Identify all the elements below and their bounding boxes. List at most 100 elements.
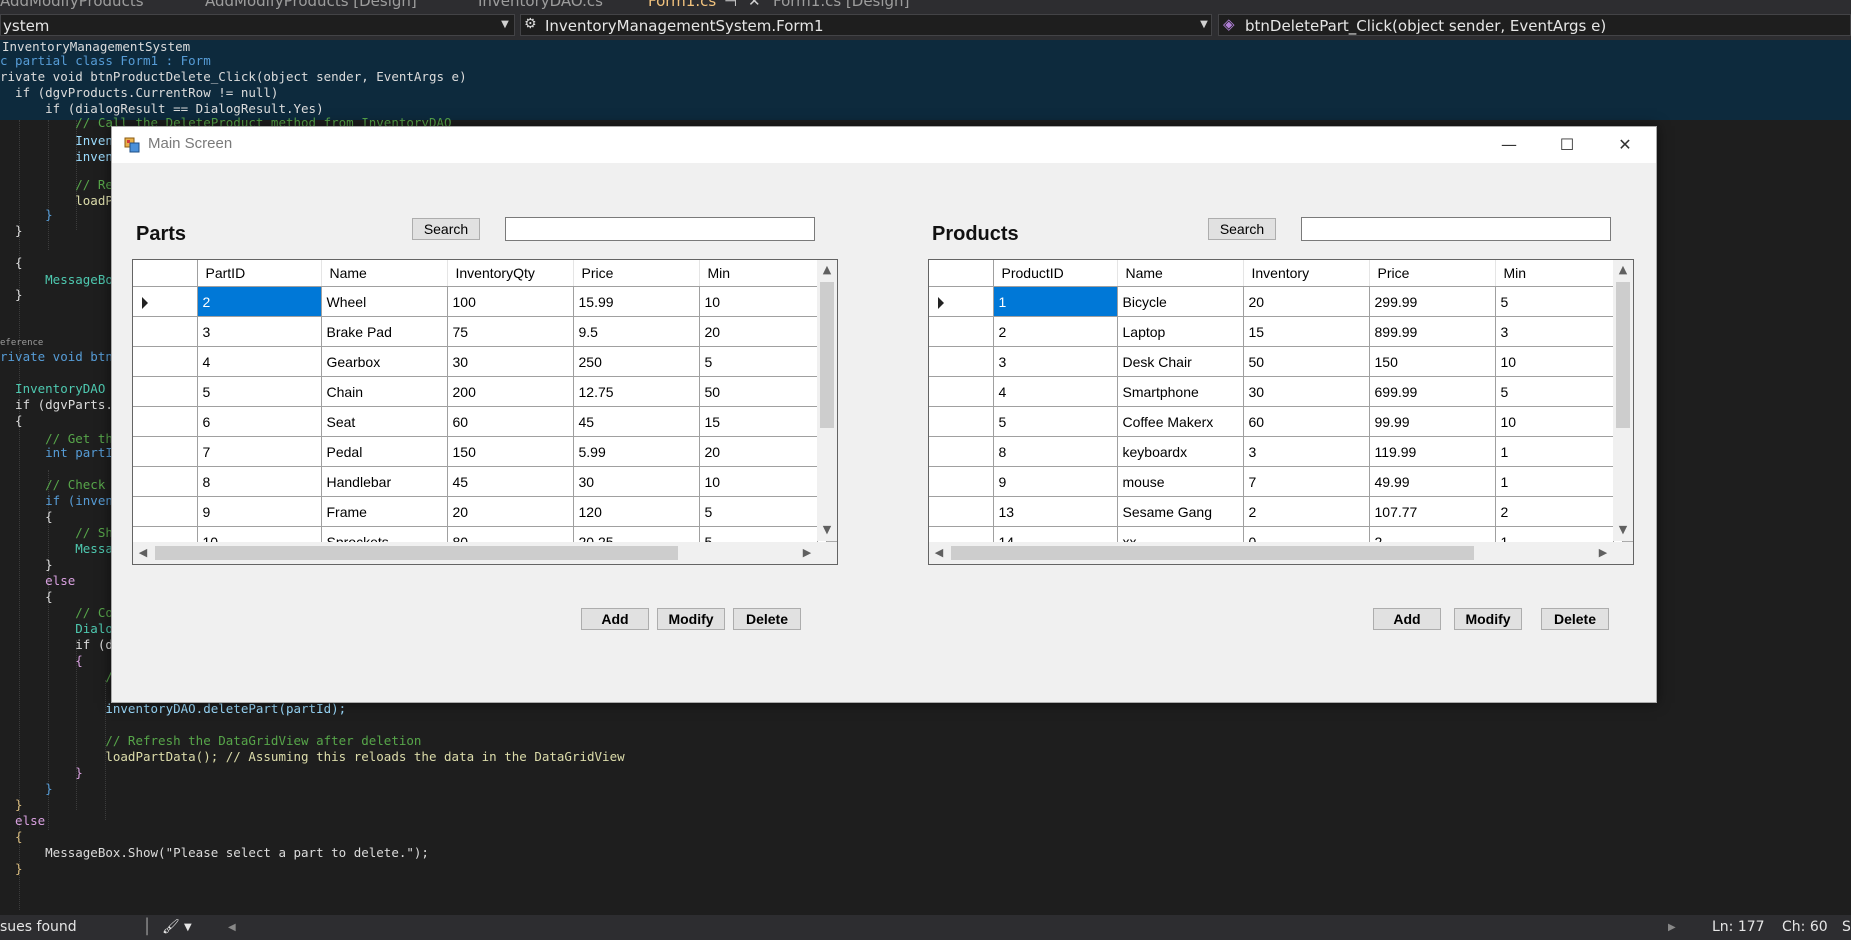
table-cell[interactable]: Gearbox <box>321 346 448 377</box>
table-cell[interactable]: 5 <box>1495 376 1614 407</box>
row-header[interactable] <box>929 346 994 377</box>
table-cell[interactable]: 4 <box>197 346 322 377</box>
parts-search-button[interactable]: Search <box>412 218 480 240</box>
status-extra[interactable]: S <box>1842 919 1851 935</box>
close-tab-icon[interactable]: ✕ <box>748 0 761 10</box>
products-grid[interactable]: ProductID Name Inventory Price Min 1 Bicycle 2… <box>928 259 1634 565</box>
table-row[interactable]: 8 keyboardx 3 119.99 1 <box>929 436 1623 467</box>
table-cell[interactable]: 12.75 <box>573 376 700 407</box>
table-cell[interactable]: 5.99 <box>573 436 700 467</box>
column-header[interactable]: Min <box>1495 260 1614 287</box>
row-header[interactable] <box>929 286 994 317</box>
close-icon[interactable]: ✕ <box>1596 127 1654 163</box>
row-header[interactable] <box>133 376 198 407</box>
window-title-bar[interactable]: Main Screen — ☐ ✕ <box>112 127 1656 163</box>
row-header[interactable] <box>929 466 994 497</box>
table-cell[interactable]: 250 <box>573 346 700 377</box>
scroll-right-icon[interactable]: ▶ <box>1668 922 1676 933</box>
table-cell[interactable]: 150 <box>1369 346 1496 377</box>
table-cell[interactable]: 7 <box>1243 466 1370 497</box>
doc-tab[interactable]: Form1.cs [Design] <box>773 0 909 10</box>
table-cell[interactable]: 2 <box>1243 496 1370 527</box>
table-cell[interactable]: 20 <box>1243 286 1370 317</box>
code-cleanup-icon[interactable]: 🖌 <box>162 919 180 935</box>
table-cell[interactable]: 49.99 <box>1369 466 1496 497</box>
class-dropdown[interactable]: InventoryManagementSystem.Form1 <box>520 14 1212 36</box>
row-header[interactable] <box>133 316 198 347</box>
table-cell[interactable]: 9 <box>197 496 322 527</box>
row-header[interactable] <box>929 376 994 407</box>
doc-tab[interactable]: AddModifyProducts [Design] <box>205 0 417 10</box>
scroll-up-icon[interactable]: ▲ <box>1613 260 1633 280</box>
table-cell[interactable]: 13 <box>993 496 1118 527</box>
table-cell[interactable]: 9 <box>993 466 1118 497</box>
table-cell[interactable]: 107.77 <box>1369 496 1496 527</box>
table-cell[interactable]: 10 <box>699 286 818 317</box>
table-cell[interactable]: Brake Pad <box>321 316 448 347</box>
member-dropdown[interactable]: btnDeletePart_Click(object sender, Event… <box>1218 14 1851 36</box>
table-cell[interactable]: Laptop <box>1117 316 1244 347</box>
row-header-corner[interactable] <box>133 260 198 287</box>
column-number[interactable]: Ch: 60 <box>1782 919 1828 935</box>
table-cell[interactable]: 2 <box>1495 496 1614 527</box>
scroll-down-icon[interactable]: ▼ <box>1613 520 1633 540</box>
table-cell[interactable]: 10 <box>1495 406 1614 437</box>
parts-search-input[interactable] <box>505 217 815 241</box>
doc-tab[interactable]: AddModifyProducts <box>0 0 144 10</box>
column-header[interactable]: Inventory <box>1243 260 1370 287</box>
table-cell[interactable]: 30 <box>573 466 700 497</box>
minimize-icon[interactable]: — <box>1480 127 1538 163</box>
table-cell[interactable]: 2 <box>993 316 1118 347</box>
maximize-icon[interactable]: ☐ <box>1538 127 1596 163</box>
table-cell[interactable]: Chain <box>321 376 448 407</box>
chevron-down-icon[interactable]: ▼ <box>184 922 192 933</box>
row-header[interactable] <box>929 316 994 347</box>
row-header[interactable] <box>929 436 994 467</box>
table-row[interactable]: 3 Desk Chair 50 150 10 <box>929 346 1623 377</box>
row-header-corner[interactable] <box>929 260 994 287</box>
table-cell[interactable]: Bicycle <box>1117 286 1244 317</box>
table-cell[interactable]: 7 <box>197 436 322 467</box>
table-cell[interactable]: 75 <box>447 316 574 347</box>
table-cell[interactable]: 4 <box>993 376 1118 407</box>
parts-grid[interactable]: PartID Name InventoryQty Price Min 2 Wheel 100… <box>132 259 838 565</box>
table-cell[interactable]: Frame <box>321 496 448 527</box>
table-cell[interactable]: 899.99 <box>1369 316 1496 347</box>
table-cell[interactable]: Wheel <box>321 286 448 317</box>
table-cell[interactable]: Desk Chair <box>1117 346 1244 377</box>
products-search-button[interactable]: Search <box>1208 218 1276 240</box>
table-cell[interactable]: Seat <box>321 406 448 437</box>
table-cell[interactable]: Handlebar <box>321 466 448 497</box>
parts-modify-button[interactable]: Modify <box>657 608 725 630</box>
table-cell[interactable]: mouse <box>1117 466 1244 497</box>
table-cell[interactable]: 200 <box>447 376 574 407</box>
scroll-left-icon[interactable]: ◀ <box>133 543 153 563</box>
scroll-thumb[interactable] <box>155 546 678 560</box>
table-cell[interactable]: 99.99 <box>1369 406 1496 437</box>
table-cell[interactable]: 60 <box>1243 406 1370 437</box>
table-cell[interactable]: Pedal <box>321 436 448 467</box>
table-cell[interactable]: 30 <box>1243 376 1370 407</box>
parts-vertical-scrollbar[interactable]: ▲ ▼ <box>817 260 837 541</box>
table-cell[interactable]: 60 <box>447 406 574 437</box>
table-cell[interactable]: 50 <box>1243 346 1370 377</box>
table-cell[interactable]: 45 <box>573 406 700 437</box>
column-header[interactable]: InventoryQty <box>447 260 574 287</box>
table-cell[interactable]: 15.99 <box>573 286 700 317</box>
table-cell[interactable]: 150 <box>447 436 574 467</box>
row-header[interactable] <box>133 466 198 497</box>
table-cell[interactable]: 8 <box>197 466 322 497</box>
chevron-down-icon[interactable]: ▼ <box>497 14 513 36</box>
table-cell[interactable]: 299.99 <box>1369 286 1496 317</box>
column-header[interactable]: PartID <box>197 260 322 287</box>
table-row[interactable]: 2 Wheel 100 15.99 10 <box>133 286 827 317</box>
table-cell[interactable]: 10 <box>1495 346 1614 377</box>
table-row[interactable]: 8 Handlebar 45 30 10 <box>133 466 827 497</box>
code-lens[interactable]: eference <box>0 336 43 350</box>
table-cell[interactable]: 5 <box>993 406 1118 437</box>
scroll-thumb[interactable] <box>1616 282 1630 428</box>
table-cell[interactable]: 5 <box>699 346 818 377</box>
table-cell[interactable]: 119.99 <box>1369 436 1496 467</box>
chevron-down-icon[interactable]: ▼ <box>1196 14 1212 36</box>
row-header[interactable] <box>133 286 198 317</box>
